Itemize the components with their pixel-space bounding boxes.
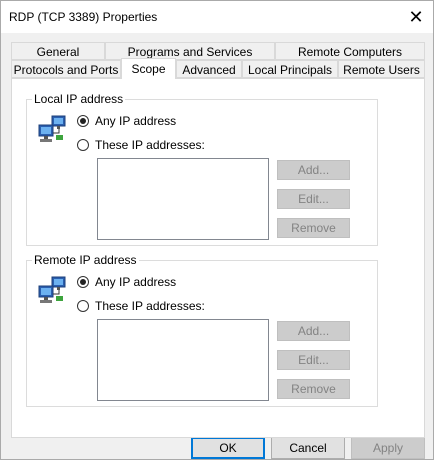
- local-ip-group: Local IP address Any IP address These IP…: [26, 92, 378, 246]
- tab-advanced[interactable]: Advanced: [176, 60, 242, 78]
- local-ip-legend: Local IP address: [32, 92, 126, 106]
- local-ip-list[interactable]: [97, 158, 269, 240]
- tab-protocols-and-ports[interactable]: Protocols and Ports: [11, 60, 121, 78]
- remote-add-button[interactable]: Add...: [277, 321, 350, 341]
- network-computers-icon: [38, 276, 66, 303]
- local-edit-button[interactable]: Edit...: [277, 189, 350, 209]
- tab-remote-users[interactable]: Remote Users: [338, 60, 425, 78]
- remote-any-ip-radio[interactable]: [77, 276, 89, 288]
- local-remove-button[interactable]: Remove: [277, 218, 350, 238]
- remote-any-ip-label: Any IP address: [95, 275, 177, 289]
- remote-remove-button[interactable]: Remove: [277, 379, 350, 399]
- apply-button[interactable]: Apply: [351, 437, 425, 459]
- tab-local-principals[interactable]: Local Principals: [242, 60, 338, 78]
- close-button[interactable]: ✕: [399, 1, 433, 33]
- network-computers-icon: [38, 115, 66, 142]
- remote-edit-button[interactable]: Edit...: [277, 350, 350, 370]
- tab-scope[interactable]: Scope: [121, 58, 176, 79]
- remote-these-ips-label: These IP addresses:: [95, 299, 205, 313]
- scope-tab-panel: Local IP address Any IP address These IP…: [11, 78, 425, 438]
- tab-general[interactable]: General: [11, 42, 105, 60]
- properties-dialog: RDP (TCP 3389) Properties ✕ General Prog…: [0, 0, 434, 460]
- local-add-button[interactable]: Add...: [277, 160, 350, 180]
- remote-ip-legend: Remote IP address: [32, 253, 139, 267]
- local-these-ips-label: These IP addresses:: [95, 138, 205, 152]
- local-these-ips-option[interactable]: These IP addresses:: [77, 138, 205, 152]
- local-any-ip-radio[interactable]: [77, 115, 89, 127]
- remote-ip-group: Remote IP address Any IP address These I…: [26, 253, 378, 407]
- local-any-ip-option[interactable]: Any IP address: [77, 114, 176, 128]
- window-title: RDP (TCP 3389) Properties: [9, 10, 158, 24]
- remote-these-ips-option[interactable]: These IP addresses:: [77, 299, 205, 313]
- local-these-ips-radio[interactable]: [77, 139, 89, 151]
- remote-these-ips-radio[interactable]: [77, 300, 89, 312]
- tab-remote-computers[interactable]: Remote Computers: [275, 42, 425, 60]
- close-icon: ✕: [408, 6, 424, 27]
- cancel-button[interactable]: Cancel: [271, 437, 345, 459]
- ok-button[interactable]: OK: [191, 437, 265, 459]
- remote-ip-list[interactable]: [97, 319, 269, 401]
- title-bar: RDP (TCP 3389) Properties ✕: [1, 1, 433, 33]
- local-any-ip-label: Any IP address: [95, 114, 177, 128]
- remote-any-ip-option[interactable]: Any IP address: [77, 275, 176, 289]
